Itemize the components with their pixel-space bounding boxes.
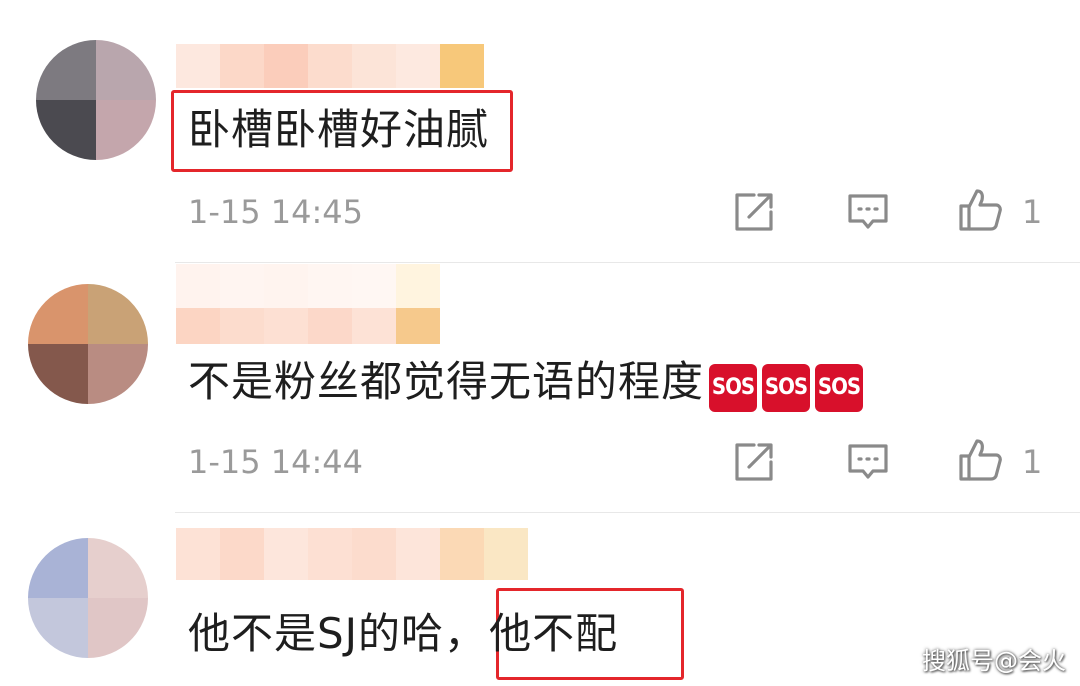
mosaic-pixel (308, 264, 352, 308)
avatar-pixel (96, 100, 156, 160)
comment-text-highlighted: 他不配 (489, 609, 619, 658)
mosaic-pixel (176, 44, 220, 88)
avatar[interactable] (36, 40, 156, 160)
avatar-pixel (88, 284, 148, 344)
mosaic-pixel (396, 44, 440, 88)
comment-text-content: 不是粉丝都觉得无语的程度 (188, 357, 705, 406)
avatar-pixel (88, 344, 148, 404)
mosaic-pixel (176, 528, 220, 580)
avatar-pixel (96, 40, 156, 100)
mosaic-pixel (308, 44, 352, 88)
avatar-pixel (28, 344, 88, 404)
mosaic-pixel (352, 44, 396, 88)
mosaic-pixel (440, 44, 484, 88)
avatar-pixel (28, 538, 88, 598)
mosaic-pixel (264, 308, 308, 344)
comment-text: 不是粉丝都觉得无语的程度 SOS SOS SOS (188, 354, 864, 412)
mosaic-pixel (220, 44, 264, 88)
share-icon[interactable] (732, 440, 776, 484)
sos-emoji: SOS (709, 364, 758, 412)
avatar[interactable] (28, 538, 148, 658)
watermark: 搜狐号@会火 (922, 647, 1066, 675)
divider (175, 262, 1080, 263)
mosaic-pixel (352, 528, 396, 580)
mosaic-pixel (264, 44, 308, 88)
mosaic-pixel (484, 528, 528, 580)
mosaic-pixel (396, 308, 440, 344)
mosaic-pixel (264, 264, 308, 308)
share-icon[interactable] (732, 190, 776, 234)
comment-icon[interactable] (846, 190, 890, 234)
avatar-pixel (36, 40, 96, 100)
mosaic-pixel (264, 528, 308, 580)
comment-text-content: 他不是SJ的哈， (188, 609, 488, 658)
avatar-pixel (28, 598, 88, 658)
avatar[interactable] (28, 284, 148, 404)
avatar-pixel (88, 598, 148, 658)
thumbs-up-icon[interactable] (958, 188, 1002, 232)
mosaic-pixel (352, 308, 396, 344)
comment-icon[interactable] (846, 440, 890, 484)
divider (175, 512, 1080, 513)
comment-timestamp: 1-15 14:44 (188, 443, 364, 481)
mosaic-pixel (308, 528, 352, 580)
avatar-pixel (88, 538, 148, 598)
comment-text: 卧槽卧槽好油腻 (188, 105, 490, 154)
mosaic-pixel (176, 264, 220, 308)
avatar-pixel (28, 284, 88, 344)
mosaic-pixel (220, 308, 264, 344)
sos-emoji: SOS (815, 364, 864, 412)
mosaic-pixel (352, 264, 396, 308)
sos-emoji: SOS (762, 364, 811, 412)
thumbs-up-icon[interactable] (958, 438, 1002, 482)
comment-text: 他不是SJ的哈，他不配 (188, 606, 618, 662)
mosaic-pixel (220, 264, 264, 308)
avatar-pixel (36, 100, 96, 160)
like-count: 1 (1022, 443, 1043, 481)
mosaic-pixel (440, 528, 484, 580)
mosaic-pixel (220, 528, 264, 580)
mosaic-pixel (308, 308, 352, 344)
mosaic-pixel (176, 308, 220, 344)
mosaic-pixel (396, 264, 440, 308)
mosaic-pixel (396, 528, 440, 580)
like-count: 1 (1022, 193, 1043, 231)
comment-timestamp: 1-15 14:45 (188, 193, 364, 231)
